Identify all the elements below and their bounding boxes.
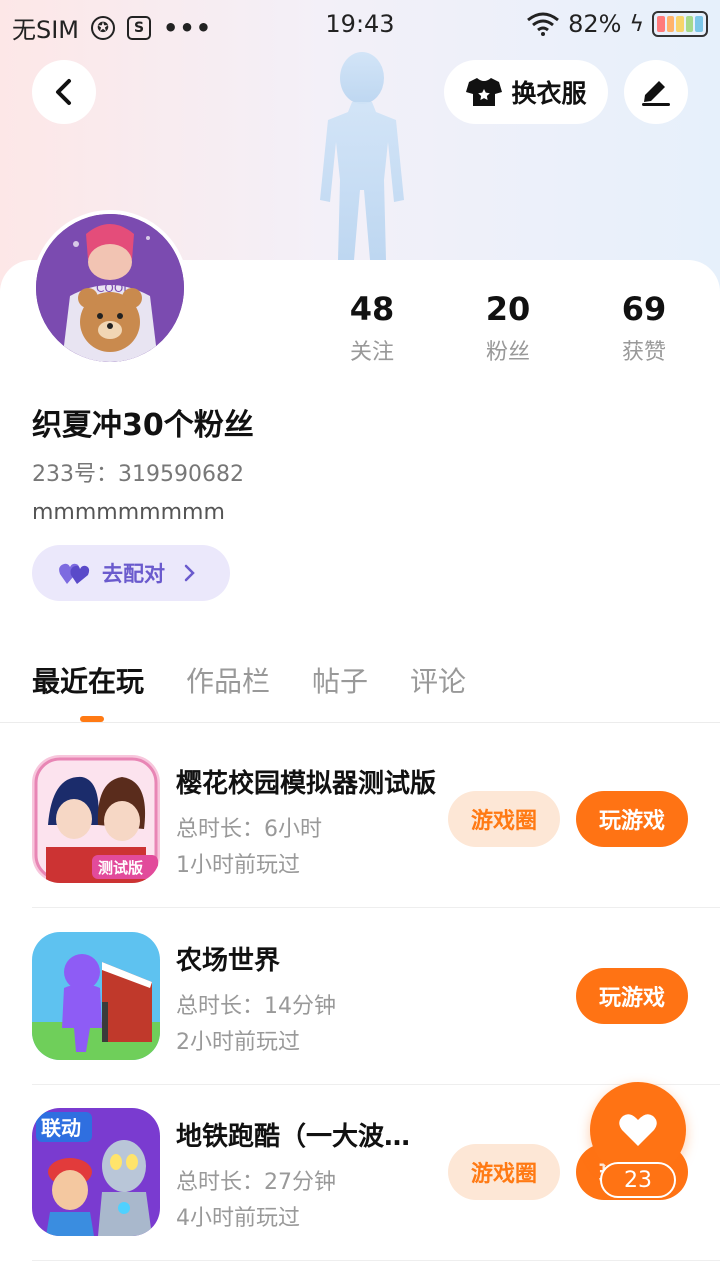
heart-icon	[619, 1114, 657, 1146]
back-button[interactable]	[32, 60, 96, 124]
game-title: 地铁跑酷（一大波新版本）	[176, 1122, 436, 1152]
status-bar: 无SIM ✪ S ••• 19:43 82% ϟ	[0, 0, 720, 50]
bio: mmmmmmmmm	[32, 500, 225, 525]
row-divider	[32, 1260, 720, 1261]
game-title: 农场世界	[176, 946, 281, 976]
edit-profile-button[interactable]	[624, 60, 688, 124]
play-game-button[interactable]: 玩游戏	[576, 791, 688, 847]
svg-text:测试版: 测试版	[98, 859, 143, 877]
stat-following-count: 48	[349, 290, 395, 328]
tab-recent-played[interactable]: 最近在玩	[32, 660, 144, 700]
row-divider	[32, 1084, 720, 1085]
avatar-image: COOL	[36, 214, 184, 362]
stat-followers-label: 粉丝	[485, 340, 530, 365]
play-game-button[interactable]: 玩游戏	[576, 968, 688, 1024]
tab-works[interactable]: 作品栏	[186, 660, 270, 700]
like-count: 23	[600, 1162, 676, 1198]
back-icon	[56, 79, 71, 105]
game-duration: 总时长：27分钟	[176, 1170, 336, 1195]
tab-posts[interactable]: 帖子	[312, 660, 368, 700]
profile-stats: 48 关注 20 粉丝 69 获赞	[300, 290, 720, 370]
shirt-icon	[466, 78, 503, 106]
double-heart-icon	[59, 563, 90, 584]
game-circle-button[interactable]: 游戏圈	[448, 791, 560, 847]
game-icon-sakura: 测试版	[32, 755, 160, 883]
tab-comments[interactable]: 评论	[410, 660, 466, 700]
stat-likes-label: 获赞	[621, 340, 666, 365]
user-id[interactable]: 233号：319590682	[32, 456, 244, 488]
stat-following-label: 关注	[349, 340, 394, 365]
game-last-played: 1小时前玩过	[176, 853, 300, 878]
game-circle-button[interactable]: 游戏圈	[448, 1144, 560, 1200]
charging-icon: ϟ	[629, 11, 644, 37]
change-outfit-button[interactable]: 换衣服	[444, 60, 608, 124]
change-outfit-label: 换衣服	[511, 79, 587, 108]
wifi-icon	[527, 12, 560, 36]
stat-likes-count: 69	[621, 290, 667, 328]
nickname: 织夏冲30个粉丝	[32, 408, 254, 443]
row-divider	[32, 907, 720, 908]
tabs-divider	[0, 722, 720, 723]
game-title: 樱花校园模拟器测试版	[176, 769, 436, 799]
game-last-played: 4小时前玩过	[176, 1206, 300, 1231]
stat-followers[interactable]: 20 粉丝	[448, 290, 568, 366]
avatar-figure-image	[320, 52, 404, 260]
battery-icon	[652, 11, 708, 37]
stat-following[interactable]: 48 关注	[312, 290, 432, 366]
match-label: 去配对	[102, 562, 165, 586]
battery-percent: 82%	[568, 10, 622, 38]
game-last-played: 2小时前玩过	[176, 1030, 300, 1055]
game-duration: 总时长：6小时	[176, 817, 322, 842]
stat-likes[interactable]: 69 获赞	[584, 290, 704, 366]
list-item[interactable]: 农场世界 总时长：14分钟 2小时前玩过 玩游戏	[32, 932, 688, 1108]
stat-followers-count: 20	[485, 290, 531, 328]
avatar[interactable]: COOL	[32, 210, 188, 366]
chevron-right-icon	[184, 564, 195, 582]
match-button[interactable]: 去配对	[32, 545, 230, 601]
game-icon-farm	[32, 932, 160, 1060]
profile-tabs: 最近在玩 作品栏 帖子 评论	[32, 660, 466, 700]
svg-text:联动: 联动	[41, 1116, 81, 1140]
game-icon-subway: 联动	[32, 1108, 160, 1236]
edit-icon	[642, 81, 670, 106]
list-item[interactable]: 测试版 樱花校园模拟器测试版 总时长：6小时 1小时前玩过 游戏圈 玩游戏	[32, 755, 688, 931]
game-duration: 总时长：14分钟	[176, 994, 336, 1019]
